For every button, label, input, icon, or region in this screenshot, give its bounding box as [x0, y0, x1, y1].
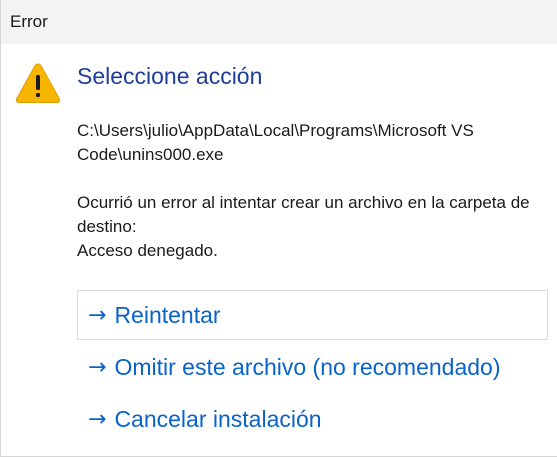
- error-message-line-2: destino:: [77, 217, 137, 236]
- error-message-line-1: Ocurrió un error al intentar crear un ar…: [77, 193, 530, 212]
- cancel-install-label: Cancelar instalación: [114, 405, 322, 432]
- arrow-right-icon: →: [88, 354, 107, 380]
- arrow-right-icon: →: [88, 406, 107, 432]
- error-dialog: Error Seleccione acción C:\Users\julio\A…: [0, 0, 557, 457]
- arrow-right-icon: →: [88, 302, 107, 328]
- dialog-message: C:\Users\julio\AppData\Local\Programs\Mi…: [77, 119, 552, 263]
- window-title: Error: [10, 12, 48, 31]
- file-path-line-1: C:\Users\julio\AppData\Local\Programs\Mi…: [77, 121, 474, 140]
- retry-command-link[interactable]: → Reintentar: [77, 290, 548, 340]
- cancel-install-command-link[interactable]: → Cancelar instalación: [77, 394, 548, 444]
- title-bar[interactable]: Error: [1, 0, 557, 44]
- skip-file-label: Omitir este archivo (no recomendado): [114, 353, 501, 380]
- error-message-line-3: Acceso denegado.: [77, 241, 218, 260]
- warning-icon: [15, 63, 61, 103]
- dialog-heading: Seleccione acción: [77, 63, 263, 89]
- retry-label: Reintentar: [114, 301, 221, 328]
- file-path-line-2: Code\unins000.exe: [77, 145, 224, 164]
- skip-file-command-link[interactable]: → Omitir este archivo (no recomendado): [77, 342, 548, 392]
